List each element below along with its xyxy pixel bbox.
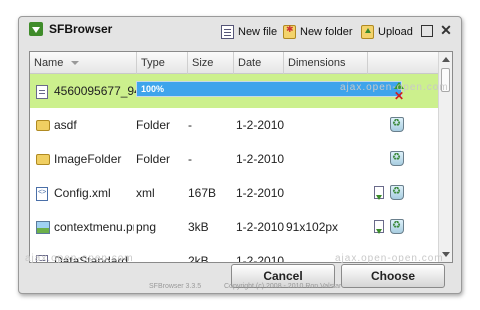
file-name: ImageFolder: [54, 152, 122, 166]
new-file-label: New file: [238, 26, 278, 38]
image-file-icon: [36, 221, 50, 234]
table-row[interactable]: asdf Folder - 1-2-2010: [30, 108, 438, 142]
delete-icon[interactable]: [390, 151, 404, 166]
folder-icon: [36, 154, 50, 165]
file-type: xml: [136, 186, 155, 200]
sfbrowser-logo-icon: [29, 22, 43, 36]
version-text: SFBrowser 3.3.5: [149, 283, 202, 290]
file-dimensions: [284, 142, 368, 176]
window-title: SFBrowser: [49, 22, 113, 36]
file-browser-window: SFBrowser New file New folder Upload ✕ N…: [18, 16, 462, 294]
delete-icon[interactable]: [390, 185, 404, 200]
file-size: -: [188, 118, 192, 132]
column-dimensions[interactable]: Dimensions: [284, 52, 368, 74]
file-size: 2kB: [188, 254, 209, 263]
file-date: 1-2-2010: [236, 152, 285, 166]
upload-button[interactable]: Upload: [361, 24, 413, 40]
column-actions: [368, 52, 438, 74]
file-size: 167B: [188, 186, 217, 200]
file-name: Config.xml: [54, 186, 111, 200]
file-name: contextmenu.png: [54, 220, 134, 234]
file-list-panel: Name Type Size Date Dimensions 456009567…: [29, 51, 453, 263]
file-date: 1-2-2010: [236, 118, 285, 132]
file-size: -: [188, 152, 192, 166]
scroll-up-icon[interactable]: [442, 57, 450, 62]
file-date: 1-2-2010: [236, 220, 285, 234]
folder-icon: [36, 120, 50, 131]
choose-button[interactable]: Choose: [341, 264, 445, 288]
table-row[interactable]: Config.xml xml 167B 1-2-2010: [30, 176, 438, 210]
file-type: png: [136, 220, 157, 234]
column-name[interactable]: Name: [30, 52, 137, 74]
delete-icon[interactable]: [390, 117, 404, 132]
file-name: asdf: [54, 118, 77, 132]
new-folder-label: New folder: [300, 26, 353, 38]
title-bar[interactable]: SFBrowser New file New folder Upload ✕: [19, 17, 461, 43]
upload-icon: [361, 25, 374, 39]
file-dimensions: [284, 176, 368, 210]
file-icon: [36, 85, 48, 99]
maximize-button[interactable]: [421, 25, 433, 37]
copyright-text: Copyright (c) 2008 - 2010 Ron Valstar: [224, 283, 342, 290]
file-name: 4560095677_94: [54, 84, 136, 98]
upload-progress-text: 100%: [141, 84, 165, 94]
watermark-right: ajax.open-open.com: [335, 253, 444, 264]
column-date[interactable]: Date: [234, 52, 284, 74]
new-folder-button[interactable]: New folder: [283, 24, 353, 40]
download-icon[interactable]: [374, 220, 384, 234]
file-size: 3kB: [188, 220, 209, 234]
table-header: Name Type Size Date Dimensions: [30, 52, 438, 74]
file-dimensions: [284, 108, 368, 142]
table-row[interactable]: contextmenu.png png 3kB 1-2-2010 91x102p…: [30, 210, 438, 244]
watermark-left: ajax.open-open.com: [25, 253, 134, 264]
file-type: [134, 244, 186, 262]
download-icon[interactable]: [374, 186, 384, 200]
file-type: Folder: [136, 152, 171, 166]
upload-label: Upload: [378, 26, 413, 38]
new-file-button[interactable]: New file: [221, 24, 277, 40]
file-dimensions: 91x102px: [286, 220, 339, 234]
table-row[interactable]: ImageFolder Folder - 1-2-2010: [30, 142, 438, 176]
file-rows: 4560095677_94 100% ✕ asdf Folder - 1-2-2…: [30, 74, 438, 263]
file-date: 1-2-2010: [236, 254, 285, 263]
watermark-top: ajax.open-open.com: [340, 82, 449, 93]
sort-arrow-icon: [71, 61, 80, 66]
delete-icon[interactable]: [390, 219, 404, 234]
cancel-upload-icon[interactable]: ✕: [394, 90, 408, 106]
column-type[interactable]: Type: [137, 52, 188, 74]
column-size[interactable]: Size: [188, 52, 234, 74]
file-date: 1-2-2010: [236, 186, 285, 200]
close-button[interactable]: ✕: [440, 23, 452, 37]
xml-file-icon: [36, 187, 48, 201]
new-file-icon: [221, 25, 234, 39]
new-folder-icon: [283, 24, 296, 39]
file-type: Folder: [136, 118, 171, 132]
